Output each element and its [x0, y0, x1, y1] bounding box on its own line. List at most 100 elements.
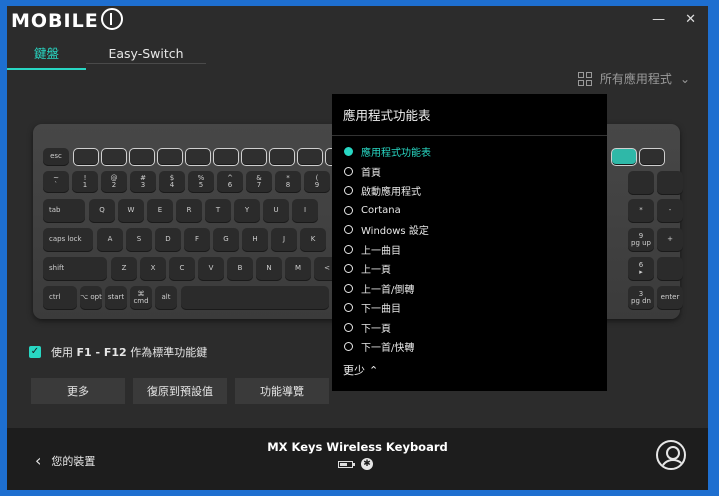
title-bar: MOBILE — ✕: [7, 6, 708, 36]
battery-icon: [338, 460, 355, 468]
key: D: [155, 228, 181, 252]
option-item[interactable]: 下一首/快轉: [344, 337, 431, 357]
radio-icon: [344, 322, 353, 332]
option-item[interactable]: 上一頁: [344, 259, 431, 279]
app-menu-popup: 應用程式功能表 應用程式功能表首頁啟動應用程式 Cortana Windows 設定…: [332, 94, 607, 391]
checkbox-checked-icon[interactable]: ✓: [29, 346, 41, 358]
option-item[interactable]: 上一首/倒轉: [344, 279, 431, 299]
key-legend: 1: [82, 181, 88, 189]
account-icon[interactable]: [656, 440, 686, 470]
fn-key: [639, 148, 665, 166]
key-legend: esc: [50, 152, 62, 161]
key: ~ `: [43, 171, 69, 193]
option-item[interactable]: 上一曲目: [344, 240, 431, 260]
option-label: 上一曲目: [361, 245, 401, 257]
app-window: MOBILE — ✕ 鍵盤 Easy-Switch 所有應用程式 ⌄ esc ~ `…: [7, 6, 708, 490]
key-legend: V: [208, 264, 214, 273]
key-legend: Q: [99, 206, 105, 215]
key: F: [184, 228, 210, 252]
option-item[interactable]: 下一曲目: [344, 298, 431, 318]
tab-easy-switch[interactable]: Easy-Switch: [86, 36, 206, 70]
option-item[interactable]: Windows 設定: [344, 220, 431, 240]
radio-icon: [344, 244, 353, 254]
key-legend: caps lock: [49, 235, 82, 244]
device-status: ✱: [338, 458, 373, 470]
footer: ‹ 您的裝置 MX Keys Wireless Keyboard ✱: [7, 428, 708, 490]
key: A: [97, 228, 123, 252]
brand-mark-icon: [100, 8, 123, 30]
numpad-key: *: [628, 199, 654, 223]
key-legend: 4: [169, 181, 175, 189]
fn-key: [185, 148, 211, 166]
apps-filter-label: 所有應用程式: [599, 72, 672, 86]
option-list: 應用程式功能表首頁啟動應用程式 Cortana Windows 設定上一曲目上一頁上…: [344, 142, 431, 357]
key-legend: T: [215, 206, 221, 215]
fn-key: [213, 148, 239, 166]
radio-icon: [344, 264, 353, 274]
key: E: [147, 199, 173, 223]
apps-filter[interactable]: 所有應用程式 ⌄: [577, 70, 690, 87]
key: H: [242, 228, 268, 252]
key: @2: [101, 171, 127, 193]
key-legend: 5: [198, 181, 204, 189]
key-legend: ctrl: [49, 293, 61, 302]
key: ! 1: [72, 171, 98, 193]
numpad-key: enter: [657, 286, 683, 310]
option-label: 下一頁: [361, 323, 391, 335]
minimize-icon[interactable]: —: [652, 12, 665, 27]
tab-bar: 鍵盤 Easy-Switch 所有應用程式 ⌄: [7, 36, 708, 86]
option-item[interactable]: 應用程式功能表: [344, 142, 431, 162]
radio-icon: [344, 342, 353, 352]
key: M: [285, 257, 311, 281]
key-legend: alt: [161, 293, 171, 302]
key: ^ 6: [217, 171, 243, 193]
numpad-key: -: [657, 199, 683, 223]
option-item[interactable]: 啟動應用程式: [344, 181, 431, 201]
key-legend: 8: [285, 181, 291, 189]
key-legend: pg up: [631, 239, 651, 247]
key: S: [126, 228, 152, 252]
numpad-key: 9 pg up: [628, 228, 654, 252]
key: ⌘ cmd: [130, 286, 152, 310]
feature-tour-button[interactable]: 功能導覽: [235, 378, 329, 404]
key-legend: S: [136, 235, 142, 244]
key: ctrl: [43, 286, 77, 310]
radio-icon: [344, 166, 353, 176]
key: V: [198, 257, 224, 281]
key: (9: [304, 171, 330, 193]
option-item[interactable]: 下一頁: [344, 318, 431, 338]
window-controls: — ✕: [652, 12, 696, 27]
more-button[interactable]: 更多: [31, 378, 125, 404]
option-label: 啟動應用程式: [361, 187, 421, 199]
key-legend: 7: [256, 181, 262, 189]
key-legend: 6: [227, 181, 233, 189]
key-legend: `: [54, 181, 58, 189]
option-label: 下一首/快轉: [361, 343, 415, 355]
fn-key: [101, 148, 127, 166]
option-label: Cortana: [361, 204, 401, 216]
key-legend: tab: [49, 206, 61, 215]
option-label: 上一首/倒轉: [361, 284, 415, 296]
fn-key: [157, 148, 183, 166]
key-legend: G: [223, 235, 229, 244]
chevron-down-icon: ⌄: [679, 71, 690, 86]
close-icon[interactable]: ✕: [685, 12, 696, 27]
restore-defaults-button[interactable]: 復原到預設值: [133, 378, 227, 404]
fn-keys-option[interactable]: ✓ 使用 F1 - F12 作為標準功能鍵: [29, 344, 207, 360]
key-legend: +: [667, 235, 673, 244]
show-less-button[interactable]: 更少 ⌃: [343, 362, 378, 378]
key-legend: *: [639, 206, 643, 215]
key: K: [300, 228, 326, 252]
key-legend: R: [186, 206, 192, 215]
option-label: 應用程式功能表: [361, 148, 431, 160]
fn-keys-label: 使用 F1 - F12 作為標準功能鍵: [51, 346, 208, 359]
radio-icon: [344, 283, 353, 293]
key-legend: H: [252, 235, 258, 244]
grid-icon: [577, 71, 592, 86]
tab-keyboard[interactable]: 鍵盤: [7, 36, 86, 70]
key-legend: B: [237, 264, 243, 273]
key-space: [181, 286, 329, 310]
key: Z: [111, 257, 137, 281]
option-item[interactable]: Cortana: [344, 201, 431, 221]
option-item[interactable]: 首頁: [344, 162, 431, 182]
